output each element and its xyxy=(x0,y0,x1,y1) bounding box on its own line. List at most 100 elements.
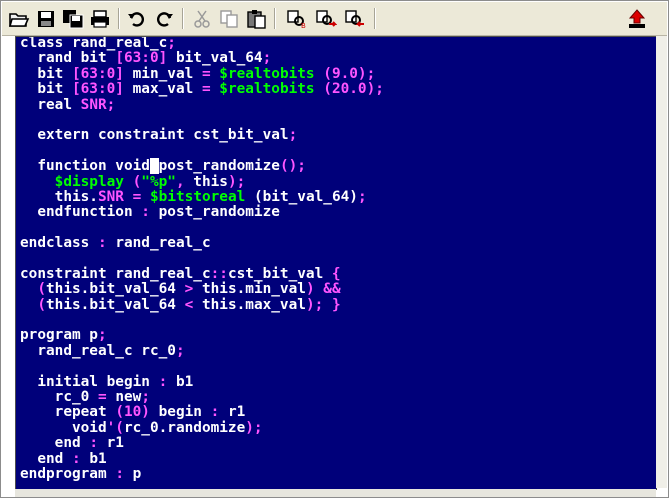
code-token: ); xyxy=(305,296,324,313)
find-previous-icon xyxy=(345,9,364,27)
toolbar-separator xyxy=(118,8,120,29)
save-button[interactable] xyxy=(33,7,59,30)
paste-button[interactable] xyxy=(243,7,269,30)
upload-button[interactable] xyxy=(624,7,650,30)
code-token: : xyxy=(71,450,81,467)
toolbar: B xyxy=(2,2,667,36)
code-token: && xyxy=(323,281,341,298)
cut-button[interactable] xyxy=(189,7,215,30)
code-line[interactable] xyxy=(20,113,384,128)
code-token: this.bit_val_64 xyxy=(46,296,185,313)
code-line[interactable]: program p; xyxy=(20,328,384,343)
find-replace-icon: B xyxy=(287,9,306,29)
code-token: repeat xyxy=(20,404,116,421)
code-token: ) xyxy=(305,281,315,298)
code-token: p xyxy=(123,465,142,482)
code-line[interactable]: bit [63:0] max_val = $realtobits (20.0); xyxy=(20,81,384,98)
code-token: : xyxy=(115,465,124,482)
code-line[interactable] xyxy=(20,359,384,374)
open-file-button[interactable] xyxy=(6,7,32,30)
code-line[interactable]: repeat (10) begin : r1 xyxy=(20,405,384,420)
code-token: : xyxy=(210,404,220,421)
vertical-scrollbar[interactable] xyxy=(656,36,667,488)
code-line[interactable]: class rand_real_c; xyxy=(20,37,384,51)
code-line[interactable]: rc_0 = new; xyxy=(20,388,384,405)
code-token: SNR xyxy=(97,188,124,205)
code-line[interactable]: $display ("%p", this); xyxy=(20,173,384,190)
code-token: rand_real_c rc_0 xyxy=(20,342,176,359)
code-token: begin xyxy=(149,404,211,421)
code-line[interactable]: rand bit [63:0] bit_val_64; xyxy=(20,51,384,66)
code-token: min_val xyxy=(123,65,202,82)
code-token: endfunction xyxy=(20,204,142,221)
find-next-button[interactable] xyxy=(313,7,339,30)
code-line[interactable]: endclass : rand_real_c xyxy=(20,235,384,252)
code-line[interactable]: rand_real_c rc_0; xyxy=(20,342,384,359)
code-token: real xyxy=(20,96,81,113)
code-token: $realtobits xyxy=(219,65,315,82)
code-line[interactable]: endfunction : post_randomize xyxy=(20,205,384,220)
code-line[interactable]: end : b1 xyxy=(20,450,384,467)
code-line[interactable] xyxy=(20,221,384,236)
code-token: ; xyxy=(175,342,185,359)
redo-button[interactable] xyxy=(151,7,177,30)
print-button[interactable] xyxy=(87,7,113,30)
code-token: ; xyxy=(262,50,272,67)
code-line[interactable]: initial begin : b1 xyxy=(20,373,384,390)
code-token: new xyxy=(106,388,142,405)
horizontal-scrollbar[interactable] xyxy=(15,489,656,497)
code-token: function void xyxy=(20,158,150,175)
code-token: : xyxy=(158,373,168,390)
code-line[interactable]: endprogram : p xyxy=(20,465,384,482)
redo-icon xyxy=(156,11,173,27)
code-token: ; xyxy=(97,327,107,344)
code-line[interactable]: extern constraint cst_bit_val; xyxy=(20,128,384,143)
code-token: $bitstoreal xyxy=(150,188,246,205)
code-line[interactable] xyxy=(20,144,384,159)
replace-button[interactable]: B xyxy=(284,7,310,30)
code-token: bit xyxy=(20,65,72,82)
text-cursor xyxy=(149,158,159,175)
code-line[interactable]: real SNR; xyxy=(20,96,384,113)
undo-button[interactable] xyxy=(124,7,150,30)
save-all-icon xyxy=(63,9,84,28)
code-token: } xyxy=(331,296,341,313)
code-line[interactable]: void'(rc_0.randomize); xyxy=(20,420,384,436)
code-token: "%p" xyxy=(141,173,176,190)
code-editor[interactable]: class rand_real_c; rand bit [63:0] bit_v… xyxy=(15,36,657,490)
code-token: , xyxy=(175,173,194,190)
code-line[interactable]: bit [63:0] min_val = $realtobits (9.0); xyxy=(20,65,384,82)
code-token: ( xyxy=(123,173,142,190)
code-token: :: xyxy=(210,265,228,282)
code-line[interactable]: this.SNR = $bitstoreal (bit_val_64); xyxy=(20,188,384,205)
code-token: $realtobits xyxy=(219,81,315,98)
toolbar-separator xyxy=(182,8,184,29)
code-line[interactable] xyxy=(20,251,384,266)
code-line[interactable]: function void post_randomize(); xyxy=(20,158,384,175)
code-token: < xyxy=(184,296,194,313)
code-line[interactable]: (this.bit_val_64 < this.max_val); } xyxy=(20,296,384,313)
code-line[interactable] xyxy=(20,313,384,328)
code-text[interactable]: class rand_real_c; rand bit [63:0] bit_v… xyxy=(20,37,384,482)
find-prev-button[interactable] xyxy=(342,7,368,30)
code-token: constraint rand_real_c xyxy=(20,265,211,282)
code-token: { xyxy=(331,265,341,282)
code-token: (9.0); xyxy=(323,65,376,82)
code-token: = xyxy=(201,81,211,98)
code-token: r1 xyxy=(97,435,124,452)
code-token: max_val xyxy=(123,81,202,98)
code-token: ( xyxy=(20,296,46,313)
code-token: this. xyxy=(20,188,98,205)
code-line[interactable]: constraint rand_real_c::cst_bit_val { xyxy=(20,265,384,282)
code-line[interactable]: end : r1 xyxy=(20,435,384,452)
code-token: : xyxy=(97,235,107,252)
code-token: extern constraint cst_bit_val xyxy=(20,127,289,144)
code-line[interactable]: (this.bit_val_64 > this.min_val) && xyxy=(20,282,384,297)
copy-button[interactable] xyxy=(216,7,242,30)
code-token: = xyxy=(201,65,211,82)
save-all-button[interactable] xyxy=(60,7,86,30)
